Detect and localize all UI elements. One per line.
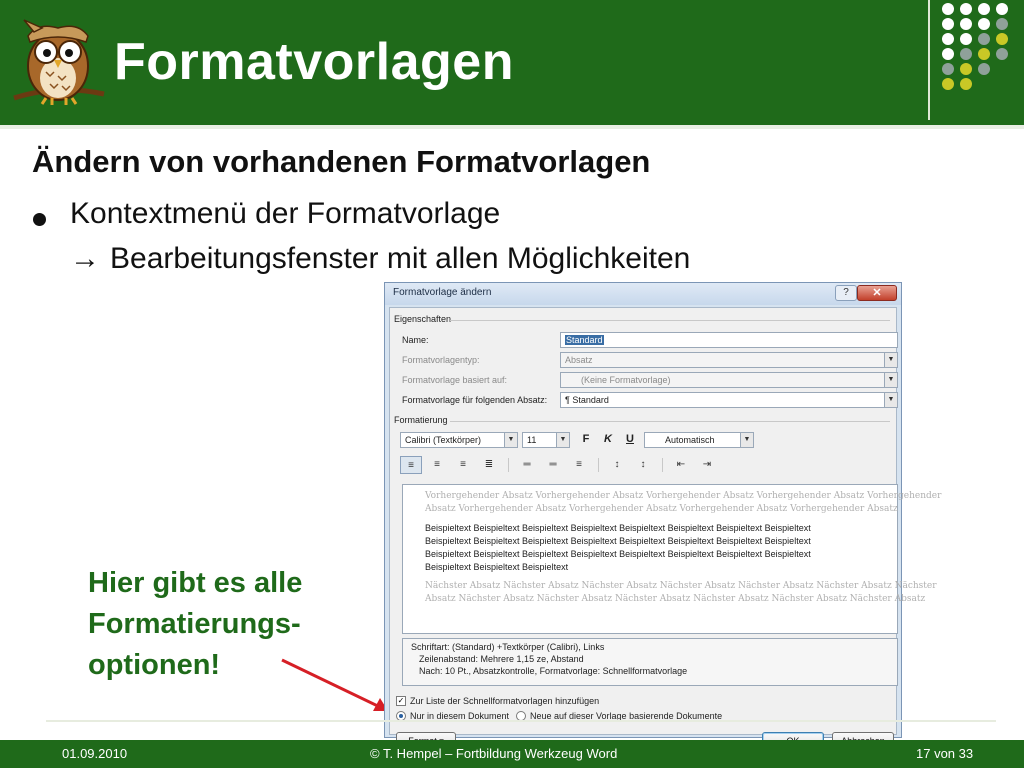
preview-text: Absatz Vorhergehender Absatz Vorhergehen… [425, 504, 898, 514]
chevron-down-icon: ▼ [884, 373, 897, 387]
preview-text: Beispieltext Beispieltext Beispieltext B… [425, 523, 811, 533]
header-divider [0, 125, 1024, 129]
preview-text: Vorhergehender Absatz Vorhergehender Abs… [425, 491, 942, 501]
align-right-icon[interactable]: ≡ [452, 456, 474, 474]
dialog-title: Formatvorlage ändern [393, 287, 492, 298]
properties-heading: Eigenschaften [394, 314, 452, 324]
chevron-down-icon: ▼ [884, 353, 897, 367]
description-line: Zeilenabstand: Mehrere 1,15 ze, Abstand [419, 654, 584, 664]
next-style-value: ¶ Standard [565, 395, 609, 405]
bold-button[interactable]: F [576, 431, 596, 449]
header-vertical-line [928, 0, 930, 120]
callout-line: Formatierungs- [88, 608, 301, 640]
owl-icon [13, 19, 105, 105]
align-left-icon[interactable]: ≡ [400, 456, 422, 474]
double-spacing-icon[interactable]: ≡ [568, 456, 590, 474]
justify-icon[interactable]: ≣ [478, 456, 500, 474]
preview-text: Absatz Nächster Absatz Nächster Absatz N… [425, 594, 926, 604]
style-edit-dialog: Formatvorlage ändern ? ✕ Eigenschaften N… [384, 282, 941, 750]
name-value: Standard [565, 335, 604, 345]
decorative-dot-grid [938, 0, 1024, 105]
formatting-heading: Formatierung [394, 415, 448, 425]
bullet-text: Kontextmenü der Formatvorlage [70, 197, 501, 230]
chevron-down-icon: ▼ [556, 433, 569, 447]
type-select[interactable]: Absatz ▼ [560, 352, 898, 368]
slide-footer: 01.09.2010 © T. Hempel – Fortbildung Wer… [0, 740, 1024, 768]
one-half-spacing-icon[interactable]: ═ [542, 456, 564, 474]
quick-styles-checkbox[interactable]: ✓ [396, 696, 406, 706]
footer-date: 01.09.2010 [62, 746, 128, 761]
space-before-icon[interactable]: ↕ [606, 456, 628, 474]
single-spacing-icon[interactable]: ═ [516, 456, 538, 474]
name-field[interactable]: Standard [560, 332, 898, 348]
font-color-select[interactable]: Automatisch ▼ [644, 432, 754, 448]
footer-center: © T. Hempel – Fortbildung Werkzeug Word [370, 746, 618, 761]
bullet-subline-text: Bearbeitungsfenster mit allen Möglichkei… [110, 242, 691, 275]
type-label: Formatvorlagentyp: [402, 355, 480, 365]
chevron-down-icon: ▼ [504, 433, 517, 447]
underline-button[interactable]: U [620, 431, 640, 449]
based-on-select[interactable]: (Keine Formatvorlage) ▼ [560, 372, 898, 388]
description-line: Nach: 10 Pt., Absatzkontrolle, Formatvor… [419, 666, 688, 676]
name-label: Name: [402, 335, 429, 345]
chevron-down-icon: ▼ [740, 433, 753, 447]
font-value: Calibri (Textkörper) [405, 435, 482, 445]
right-arrow-icon: → [70, 242, 100, 275]
font-select[interactable]: Calibri (Textkörper) ▼ [400, 432, 518, 448]
chevron-down-icon: ▼ [884, 393, 897, 407]
dialog-body: Eigenschaften Name: Standard Formatvorla… [389, 307, 941, 750]
preview-text: Beispieltext Beispieltext Beispieltext B… [425, 536, 811, 546]
next-style-label: Formatvorlage für folgenden Absatz: [402, 395, 548, 405]
close-button[interactable]: ✕ [857, 285, 897, 301]
section-divider [450, 421, 890, 422]
preview-text: Nächster Absatz Nächster Absatz Nächster… [425, 581, 937, 591]
increase-indent-icon[interactable]: ⇥ [696, 456, 718, 474]
footer-page-number: 17 von 33 [916, 746, 974, 761]
font-size-select[interactable]: 11 ▼ [522, 432, 570, 448]
type-value: Absatz [565, 355, 593, 365]
font-size-value: 11 [527, 435, 537, 445]
bullet-subline: → Bearbeitungsfenster mit allen Möglichke… [70, 242, 690, 276]
toolbar-separator [662, 458, 663, 472]
align-center-icon[interactable]: ≡ [426, 456, 448, 474]
help-button[interactable]: ? [835, 285, 857, 301]
based-on-label: Formatvorlage basiert auf: [402, 375, 508, 385]
pointer-arrow [281, 658, 388, 711]
style-preview: Vorhergehender Absatz Vorhergehender Abs… [402, 484, 941, 634]
bullet-point [33, 213, 46, 226]
next-style-select[interactable]: ¶ Standard ▼ [560, 392, 898, 408]
description-line: Schriftart: (Standard) +Textkörper (Cali… [411, 642, 605, 652]
quick-styles-label: Zur Liste der Schnellformatvorlagen hinz… [410, 696, 600, 706]
space-after-icon[interactable]: ↕ [632, 456, 654, 474]
toolbar-separator [598, 458, 599, 472]
slide-subtitle: Ändern von vorhandenen Formatvorlagen [32, 144, 651, 179]
preview-text: Beispieltext Beispieltext Beispieltext B… [425, 549, 811, 559]
dialog-titlebar[interactable]: Formatvorlage ändern ? ✕ [385, 283, 901, 305]
based-on-value: (Keine Formatvorlage) [581, 375, 671, 385]
preview-text: Beispieltext Beispieltext Beispieltext [425, 562, 569, 572]
footer-divider [46, 720, 996, 722]
decrease-indent-icon[interactable]: ⇤ [670, 456, 692, 474]
italic-button[interactable]: K [598, 431, 618, 449]
font-color-value: Automatisch [665, 435, 715, 445]
section-divider [450, 320, 890, 321]
callout-line: Hier gibt es alle [88, 567, 303, 599]
toolbar-separator [508, 458, 509, 472]
slide-title: Formatvorlagen [114, 33, 514, 91]
style-description: Schriftart: (Standard) +Textkörper (Cali… [402, 638, 898, 686]
